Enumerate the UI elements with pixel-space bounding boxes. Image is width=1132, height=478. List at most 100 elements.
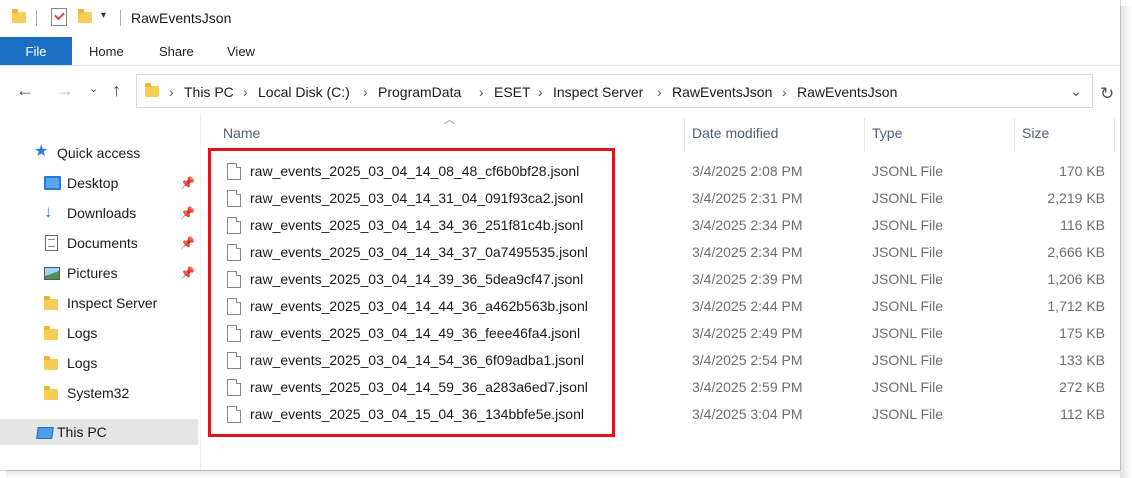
sidebar-item-quick-access[interactable]: ★ Quick access [0, 140, 198, 166]
highlight-box [208, 148, 615, 437]
downloads-icon: ↓ [44, 202, 53, 221]
folder-icon [145, 83, 159, 97]
file-explorer-window: ▾ RawEventsJson File Home Share View ← →… [0, 0, 1121, 471]
desktop-icon [44, 176, 61, 190]
column-divider[interactable] [1114, 118, 1115, 152]
file-type: JSONL File [872, 271, 944, 287]
file-date: 3/4/2025 2:08 PM [692, 163, 803, 179]
new-folder-icon[interactable] [78, 9, 92, 23]
sidebar-item-this-pc[interactable]: This PC [0, 419, 198, 445]
pin-icon: 📌 [180, 266, 195, 280]
sidebar-item-label: Inspect Server [67, 295, 158, 311]
sidebar-item-inspect-server[interactable]: Inspect Server [0, 290, 198, 316]
address-bar[interactable]: › This PC › Local Disk (C:) › ProgramDat… [136, 74, 1093, 108]
sidebar-item-pictures[interactable]: Pictures 📌 [0, 260, 198, 286]
breadcrumb-eset[interactable]: ESET [494, 84, 531, 100]
file-type: JSONL File [872, 325, 944, 341]
sidebar-item-label: Logs [67, 325, 98, 341]
file-type: JSONL File [872, 217, 944, 233]
sidebar-item-label: Quick access [57, 145, 141, 161]
file-size: 175 KB [1059, 325, 1105, 341]
column-divider[interactable] [864, 118, 865, 152]
window-shadow [6, 470, 1120, 478]
file-type: JSONL File [872, 298, 944, 314]
sidebar-item-label: Logs [67, 355, 98, 371]
sidebar-item-label: Downloads [67, 205, 137, 221]
sidebar-item-label: This PC [57, 424, 107, 440]
sidebar-item-downloads[interactable]: ↓ Downloads 📌 [0, 200, 198, 226]
folder-icon [44, 386, 58, 400]
file-size: 170 KB [1059, 163, 1105, 179]
file-date: 3/4/2025 2:34 PM [692, 244, 803, 260]
column-header-size[interactable]: Size [1022, 125, 1049, 141]
sidebar-item-label: System32 [67, 385, 130, 401]
sidebar-item-documents[interactable]: Documents 📌 [0, 230, 198, 256]
computer-icon [36, 427, 54, 439]
chevron-right-icon[interactable]: › [782, 84, 787, 100]
back-icon[interactable]: ← [16, 80, 34, 101]
chevron-right-icon[interactable]: › [657, 84, 662, 100]
chevron-right-icon[interactable]: › [479, 84, 484, 100]
file-size: 112 KB [1060, 406, 1105, 422]
toolbar-divider [36, 10, 37, 26]
file-date: 3/4/2025 2:39 PM [692, 271, 803, 287]
chevron-right-icon[interactable]: › [363, 84, 368, 100]
sidebar-item-system32[interactable]: System32 [0, 380, 198, 406]
tab-view[interactable]: View [227, 44, 255, 59]
folder-icon [44, 356, 58, 370]
file-size: 116 KB [1060, 217, 1105, 233]
sidebar-item-desktop[interactable]: Desktop 📌 [0, 170, 198, 196]
address-dropdown-icon[interactable]: ⌄ [1070, 83, 1082, 100]
customize-toolbar-icon[interactable]: ▾ [101, 10, 106, 21]
column-header-name[interactable]: Name [223, 125, 260, 141]
tab-file[interactable]: File [0, 37, 72, 65]
breadcrumb-this-pc[interactable]: This PC [184, 84, 234, 100]
sidebar-item-logs-2[interactable]: Logs [0, 350, 198, 376]
refresh-icon[interactable]: ↻ [1100, 84, 1114, 104]
column-divider[interactable] [1014, 118, 1015, 152]
pictures-icon [44, 267, 60, 280]
column-header-type[interactable]: Type [872, 125, 902, 141]
file-size: 1,712 KB [1047, 298, 1105, 314]
title-bar: ▾ RawEventsJson [0, 0, 1120, 36]
breadcrumb-programdata[interactable]: ProgramData [378, 84, 461, 100]
forward-icon[interactable]: → [56, 80, 74, 101]
sidebar-item-label: Desktop [67, 175, 119, 191]
file-date: 3/4/2025 2:59 PM [692, 379, 803, 395]
window-title: RawEventsJson [131, 10, 232, 26]
column-header-date[interactable]: Date modified [692, 125, 778, 141]
breadcrumb-rawevents-parent[interactable]: RawEventsJson [672, 84, 772, 100]
recent-locations-icon[interactable]: ⌄ [89, 82, 98, 95]
properties-icon[interactable] [51, 8, 67, 26]
toolbar-divider [120, 10, 121, 26]
file-size: 2,666 KB [1047, 244, 1105, 260]
chevron-right-icon[interactable]: › [538, 84, 543, 100]
breadcrumb-rawevents-current[interactable]: RawEventsJson [797, 84, 897, 100]
breadcrumb-inspect-server[interactable]: Inspect Server [553, 84, 643, 100]
star-icon: ★ [34, 143, 49, 160]
column-divider[interactable] [684, 118, 685, 152]
pin-icon: 📌 [180, 176, 195, 190]
file-size: 2,219 KB [1047, 190, 1105, 206]
file-type: JSONL File [872, 190, 944, 206]
sort-ascending-icon: ︿ [444, 114, 455, 126]
breadcrumb-local-disk[interactable]: Local Disk (C:) [258, 84, 350, 100]
tab-share[interactable]: Share [159, 44, 194, 59]
pin-icon: 📌 [180, 206, 195, 220]
pin-icon: 📌 [180, 236, 195, 250]
file-date: 3/4/2025 2:54 PM [692, 352, 803, 368]
file-date: 3/4/2025 2:31 PM [692, 190, 803, 206]
address-row: ← → ⌄ ↑ › This PC › Local Disk (C:) › Pr… [0, 66, 1120, 114]
chevron-right-icon[interactable]: › [169, 84, 174, 100]
tab-home[interactable]: Home [89, 44, 124, 59]
file-date: 3/4/2025 3:04 PM [692, 406, 803, 422]
file-type: JSONL File [872, 379, 944, 395]
sidebar-item-logs[interactable]: Logs [0, 320, 198, 346]
up-icon[interactable]: ↑ [112, 80, 121, 101]
file-type: JSONL File [872, 163, 944, 179]
file-type: JSONL File [872, 244, 944, 260]
sidebar-item-label: Pictures [67, 265, 118, 281]
navigation-pane: ★ Quick access Desktop 📌 ↓ Downloads 📌 D… [0, 114, 201, 470]
file-date: 3/4/2025 2:44 PM [692, 298, 803, 314]
chevron-right-icon[interactable]: › [243, 84, 248, 100]
